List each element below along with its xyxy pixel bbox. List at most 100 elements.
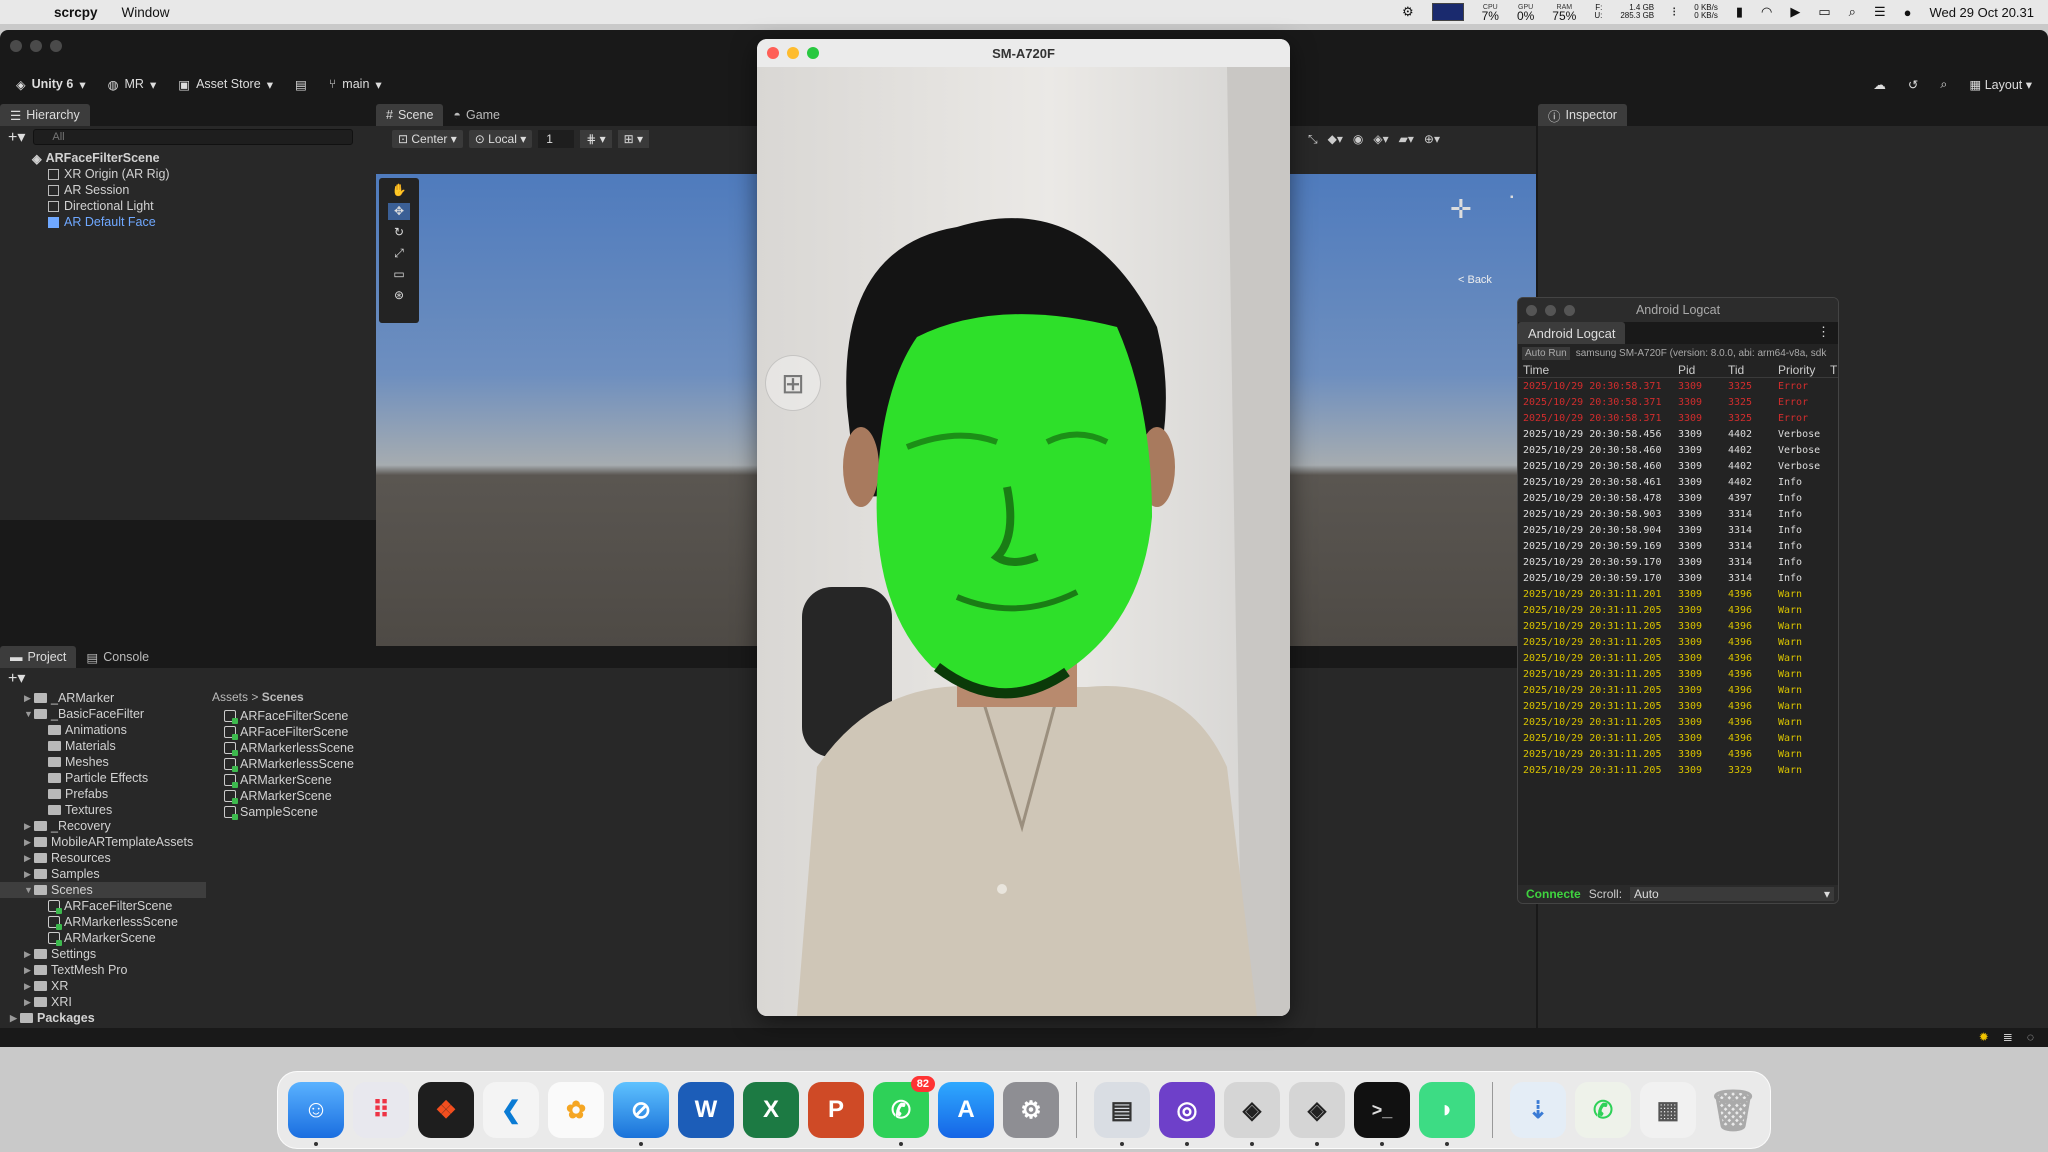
logcat-row[interactable]: 2025/10/29 20:30:58.461 3309 4402 Info: [1518, 474, 1838, 490]
check-icon[interactable]: ◌: [2027, 1030, 2034, 1044]
collab-button[interactable]: ◍ MR ▾: [102, 75, 163, 94]
layout-dropdown[interactable]: ▦ Layout ▾: [1969, 77, 2032, 92]
asset-store-button[interactable]: ▣ Asset Store ▾: [172, 75, 279, 94]
logcat-row[interactable]: 2025/10/29 20:31:11.205 3309 4396 Warn: [1518, 730, 1838, 746]
project-file-item[interactable]: ARMarkerlessScene: [224, 756, 524, 772]
branch-button[interactable]: ⑂ main ▾: [323, 75, 388, 94]
orientation-gizmo[interactable]: ✛: [1450, 194, 1500, 254]
auto-run-button[interactable]: Auto Run: [1522, 346, 1570, 360]
cpu-graph-icon[interactable]: [1431, 3, 1464, 21]
more-icon[interactable]: ⋮: [1817, 324, 1830, 340]
hierarchy-item[interactable]: XR Origin (AR Rig): [32, 166, 376, 182]
chevron-right-icon[interactable]: ▶: [24, 693, 34, 704]
stack-icon[interactable]: ≣: [2003, 1030, 2013, 1044]
logcat-row[interactable]: 2025/10/29 20:30:58.371 3309 3325 Error: [1518, 394, 1838, 410]
wifi-icon[interactable]: ◠: [1761, 4, 1772, 20]
logcat-row[interactable]: 2025/10/29 20:30:58.478 3309 4397 Info: [1518, 490, 1838, 506]
menubar-app-name[interactable]: scrcpy: [54, 5, 98, 20]
project-tree-folder[interactable]: ▶ XR: [0, 978, 206, 994]
tab-game[interactable]: ◓ Game: [443, 104, 510, 126]
gpu-stat[interactable]: GPU 0%: [1517, 3, 1534, 22]
rect-tool-icon[interactable]: ▭: [388, 266, 410, 283]
history-icon[interactable]: ↺: [1908, 77, 1918, 92]
terminal-icon[interactable]: >_: [1354, 1082, 1410, 1146]
close-button[interactable]: [10, 40, 22, 52]
tab-project[interactable]: ▬ Project: [0, 646, 77, 668]
ram-stat[interactable]: RAM 75%: [1552, 3, 1576, 22]
excel-icon[interactable]: X: [743, 1082, 799, 1138]
rotate-tool-icon[interactable]: ↻: [388, 224, 410, 241]
cpu-stat[interactable]: CPU 7%: [1482, 3, 1499, 22]
chevron-right-icon[interactable]: ▶: [10, 1013, 20, 1024]
control-center-icon[interactable]: ☰: [1874, 4, 1886, 20]
lighting-icon[interactable]: ✹: [1979, 1030, 1989, 1044]
logcat-row[interactable]: 2025/10/29 20:30:59.170 3309 3314 Info: [1518, 554, 1838, 570]
project-tree-folder[interactable]: ▶ _Recovery: [0, 818, 206, 834]
project-file-item[interactable]: ARMarkerScene: [224, 788, 524, 804]
unity-status-icon[interactable]: ⚙: [1402, 4, 1414, 20]
disk-stat[interactable]: 1.4 GB 285.3 GB: [1620, 4, 1654, 20]
figma-icon[interactable]: ❖: [418, 1082, 474, 1138]
snap-field[interactable]: 1: [538, 130, 575, 148]
project-tree-folder[interactable]: ▶ Resources: [0, 850, 206, 866]
logcat-row[interactable]: 2025/10/29 20:30:58.371 3309 3325 Error: [1518, 378, 1838, 394]
search-icon[interactable]: ⌕: [1849, 4, 1856, 20]
minimize-button[interactable]: [30, 40, 42, 52]
siri-icon[interactable]: ●: [1904, 5, 1912, 20]
close-button[interactable]: [767, 47, 779, 59]
add-icon[interactable]: +▾: [8, 127, 25, 147]
project-tree-folder[interactable]: ▶ Settings: [0, 946, 206, 962]
android-studio-icon[interactable]: ◗: [1419, 1082, 1475, 1146]
project-tree-folder[interactable]: ▼ _BasicFaceFilter: [0, 706, 206, 722]
word-icon[interactable]: W: [678, 1082, 734, 1138]
logcat-row[interactable]: 2025/10/29 20:30:59.170 3309 3314 Info: [1518, 570, 1838, 586]
logcat-row[interactable]: 2025/10/29 20:30:58.904 3309 3314 Info: [1518, 522, 1838, 538]
scrcpy-menu-button[interactable]: ⊞: [765, 355, 821, 411]
logcat-row[interactable]: 2025/10/29 20:31:11.205 3309 4396 Warn: [1518, 682, 1838, 698]
logcat-row[interactable]: 2025/10/29 20:31:11.205 3309 4396 Warn: [1518, 746, 1838, 762]
app-store-icon[interactable]: A: [938, 1082, 994, 1138]
project-tree-scene[interactable]: ARMarkerlessScene: [0, 914, 206, 930]
cloud-icon[interactable]: ☁: [1873, 77, 1886, 92]
gizmos-icon[interactable]: ⊕▾: [1424, 132, 1440, 146]
hierarchy-item[interactable]: AR Default Face: [32, 214, 376, 230]
project-tree-folder[interactable]: ▼ Scenes: [0, 882, 206, 898]
logcat-row[interactable]: 2025/10/29 20:31:11.205 3309 4396 Warn: [1518, 666, 1838, 682]
chevron-right-icon[interactable]: ▶: [24, 869, 34, 880]
chevron-down-icon[interactable]: ▼: [24, 709, 34, 719]
project-tree-folder[interactable]: ▶ XRI: [0, 994, 206, 1010]
vscode-icon[interactable]: ❮: [483, 1082, 539, 1138]
downloads-stack-icon[interactable]: ⇣: [1510, 1082, 1566, 1138]
tab-hierarchy[interactable]: ☰ Hierarchy: [0, 104, 90, 126]
draw-mode-icon[interactable]: ◈▾: [1373, 132, 1388, 146]
tab-scene[interactable]: # Scene: [376, 104, 444, 126]
tab-inspector[interactable]: ⓘ Inspector: [1538, 104, 1627, 126]
header-tag[interactable]: T: [1830, 363, 1837, 377]
play-icon[interactable]: ▶: [1790, 4, 1800, 20]
logcat-row[interactable]: 2025/10/29 20:31:11.205 3309 4396 Warn: [1518, 650, 1838, 666]
project-tree-folder[interactable]: Prefabs: [0, 786, 206, 802]
chevron-right-icon[interactable]: ▶: [24, 997, 34, 1008]
preview-icon[interactable]: ▤: [1094, 1082, 1150, 1146]
account-button[interactable]: ◈ Unity 6 ▾: [10, 75, 92, 94]
scene-viewport-right[interactable]: ✛ < Back ▪: [1290, 174, 1536, 676]
grid-snap-icon[interactable]: ⋕ ▾: [580, 130, 612, 148]
phone-camera-feed[interactable]: ⊞: [757, 67, 1290, 1016]
project-tree-folder[interactable]: ▶ Samples: [0, 866, 206, 882]
search-icon[interactable]: ⌕: [1940, 77, 1947, 92]
header-tid[interactable]: Tid: [1725, 363, 1775, 377]
hand-tool-icon[interactable]: ✋: [388, 182, 410, 199]
increment-snap-icon[interactable]: ⊞ ▾: [617, 130, 650, 148]
launchpad-icon[interactable]: ⠿: [353, 1082, 409, 1138]
project-tree-scene[interactable]: ARFaceFilterScene: [0, 898, 206, 914]
gizmo-back-label[interactable]: < Back: [1458, 274, 1492, 286]
breadcrumb-scenes[interactable]: Scenes: [262, 690, 304, 704]
unity-editor-icon[interactable]: ◈: [1289, 1082, 1345, 1146]
pivot-dropdown[interactable]: ⊡ Center ▾: [392, 130, 463, 148]
chevron-right-icon[interactable]: ▶: [24, 981, 34, 992]
project-tree-folder[interactable]: Materials: [0, 738, 206, 754]
whatsapp-icon[interactable]: ✆ 82: [873, 1076, 935, 1146]
logcat-row[interactable]: 2025/10/29 20:31:11.205 3309 4396 Warn: [1518, 618, 1838, 634]
scroll-dropdown[interactable]: Auto ▾: [1630, 887, 1834, 901]
logcat-row[interactable]: 2025/10/29 20:30:58.460 3309 4402 Verbose: [1518, 442, 1838, 458]
